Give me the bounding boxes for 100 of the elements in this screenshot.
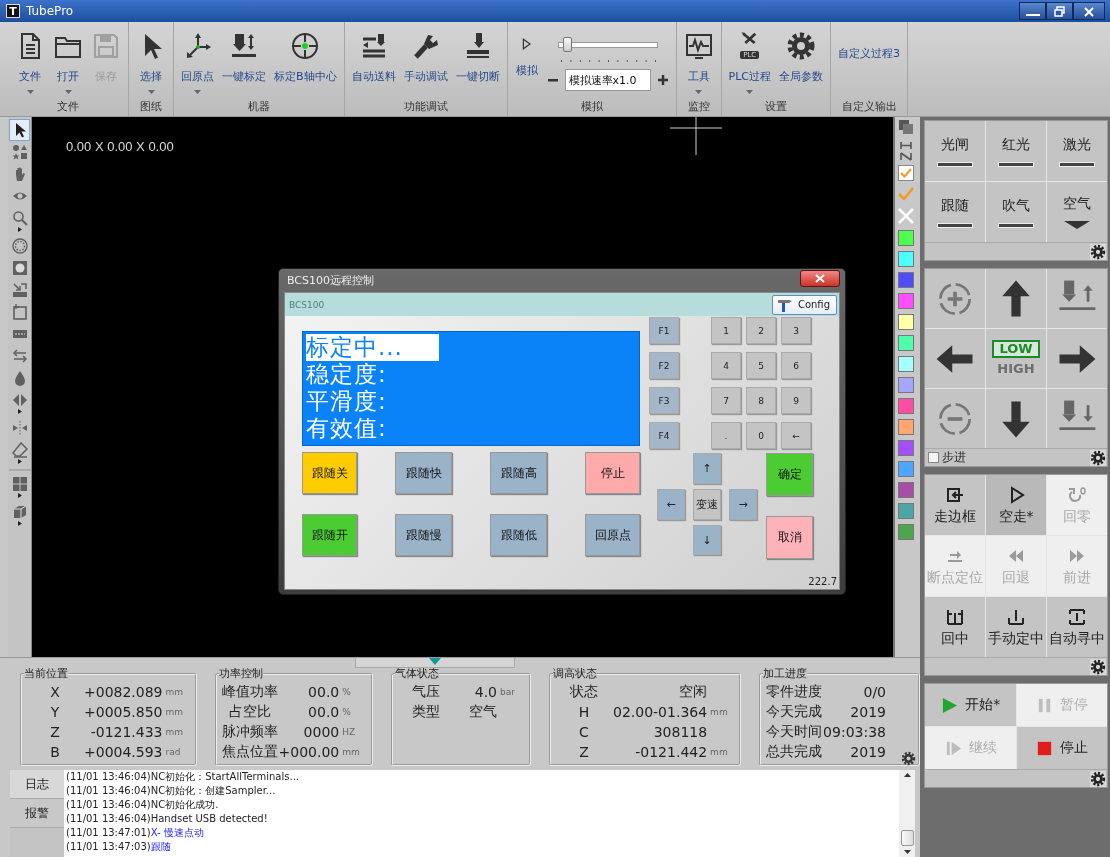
- ribbon-button[interactable]: 一键标定: [220, 31, 268, 99]
- ribbon-button[interactable]: 标定B轴中心: [272, 31, 339, 99]
- action-button[interactable]: 停止: [585, 452, 640, 494]
- keypad-key[interactable]: 1: [711, 317, 741, 344]
- color-swatch[interactable]: [897, 440, 914, 456]
- speed-toggle-button[interactable]: 变速: [693, 489, 721, 520]
- switch-button[interactable]: 吹气: [986, 182, 1046, 242]
- speed-slider[interactable]: [555, 36, 660, 53]
- settings-icon: [1090, 658, 1106, 675]
- function-key[interactable]: F1: [649, 317, 679, 344]
- ribbon-button[interactable]: 手动调试: [401, 31, 450, 99]
- keypad-key[interactable]: 7: [711, 387, 741, 414]
- checkbox[interactable]: [897, 165, 914, 181]
- arrow-button[interactable]: ↑: [693, 453, 721, 484]
- color-swatch[interactable]: [897, 314, 914, 330]
- color-swatch[interactable]: [897, 419, 914, 435]
- color-swatch[interactable]: [897, 461, 914, 477]
- keypad-key[interactable]: 3: [781, 317, 811, 344]
- jog-button[interactable]: [925, 329, 985, 388]
- color-swatch[interactable]: [897, 377, 914, 393]
- run-button[interactable]: 开始*: [925, 684, 1016, 726]
- keypad-key[interactable]: 6: [781, 352, 811, 379]
- color-swatch[interactable]: [897, 335, 914, 351]
- action-button[interactable]: 跟随低: [490, 514, 547, 556]
- jog-button[interactable]: [1047, 269, 1107, 328]
- action-button[interactable]: 跟随高: [490, 452, 547, 494]
- switch-button[interactable]: 激光: [1047, 121, 1107, 181]
- arrow-button[interactable]: ↓: [693, 525, 721, 555]
- arrow-button[interactable]: ←: [657, 489, 685, 520]
- link-button[interactable]: 自定义过程3: [836, 31, 902, 99]
- color-swatch[interactable]: [897, 293, 914, 309]
- switch-button[interactable]: 红光: [986, 121, 1046, 181]
- restore-button[interactable]: [1046, 2, 1073, 20]
- color-swatch[interactable]: [897, 356, 914, 372]
- function-button[interactable]: 回中: [925, 597, 985, 657]
- scale-icon: [11, 282, 28, 298]
- scrollbar[interactable]: [899, 770, 915, 857]
- action-button[interactable]: 跟随关: [302, 452, 357, 494]
- ribbon-button[interactable]: 全局参数: [777, 31, 825, 99]
- config-button[interactable]: Config: [771, 294, 837, 315]
- keypad-key[interactable]: 2: [746, 317, 776, 344]
- log-tab[interactable]: 日志: [10, 770, 64, 799]
- keypad-key[interactable]: 0: [746, 422, 776, 449]
- confirm-button[interactable]: 确定: [766, 453, 813, 496]
- jog-button[interactable]: [986, 269, 1046, 328]
- keypad-key[interactable]: 9: [781, 387, 811, 414]
- jog-button[interactable]: [986, 389, 1046, 448]
- function-key[interactable]: F3: [649, 387, 679, 414]
- ribbon-button[interactable]: 文件: [13, 31, 47, 99]
- switch-button[interactable]: 跟随: [925, 182, 985, 242]
- close-button[interactable]: [800, 269, 840, 287]
- color-swatch[interactable]: [897, 503, 914, 519]
- speed-field[interactable]: 模拟速率x1.0: [564, 69, 651, 91]
- action-button[interactable]: 跟随快: [395, 452, 452, 494]
- keypad-key[interactable]: .: [711, 422, 741, 449]
- keypad-key[interactable]: ←: [781, 422, 811, 449]
- arrow-button[interactable]: →: [729, 489, 757, 520]
- action-button[interactable]: 回原点: [585, 514, 640, 556]
- checkbox[interactable]: [928, 452, 939, 463]
- ribbon-button[interactable]: 选择: [134, 31, 168, 99]
- panel-tab[interactable]: [355, 658, 515, 668]
- switch-button[interactable]: 光闸: [925, 121, 985, 181]
- color-swatch[interactable]: [897, 230, 914, 246]
- action-button[interactable]: 跟随开: [302, 514, 357, 556]
- color-swatch[interactable]: [897, 482, 914, 498]
- field-value: +000.00: [278, 744, 340, 760]
- slider-thumb[interactable]: [562, 37, 572, 52]
- close-button[interactable]: [1073, 2, 1105, 20]
- color-swatch[interactable]: [897, 524, 914, 540]
- log-tab[interactable]: 报警: [10, 799, 64, 828]
- ribbon-button[interactable]: 一键切断: [453, 31, 502, 99]
- keypad-key[interactable]: 4: [711, 352, 741, 379]
- scroll-thumb[interactable]: [900, 830, 914, 846]
- color-swatch[interactable]: [897, 398, 914, 414]
- run-button[interactable]: 停止: [1016, 727, 1107, 769]
- ribbon-button[interactable]: 工具: [681, 31, 716, 99]
- minimize-button[interactable]: [1019, 2, 1046, 20]
- function-key[interactable]: F2: [649, 352, 679, 379]
- ribbon-button[interactable]: 回原点: [179, 31, 216, 99]
- scroll-up-icon: [903, 773, 911, 777]
- ribbon-button[interactable]: 自动送料: [349, 31, 398, 99]
- function-button[interactable]: 空走*: [986, 475, 1046, 535]
- color-swatch[interactable]: [897, 272, 914, 288]
- screen-line: 有效值:: [306, 415, 387, 442]
- cancel-button[interactable]: 取消: [766, 516, 813, 559]
- color-swatch[interactable]: [897, 251, 914, 267]
- function-button[interactable]: 手动定中: [986, 597, 1046, 657]
- tool-button[interactable]: [9, 119, 30, 141]
- function-button[interactable]: 走边框: [925, 475, 985, 535]
- action-button[interactable]: 跟随慢: [395, 514, 452, 556]
- switch-button[interactable]: 空气: [1047, 182, 1107, 242]
- keypad-key[interactable]: 5: [746, 352, 776, 379]
- ribbon-button[interactable]: 模拟: [512, 31, 541, 99]
- keypad-key[interactable]: 8: [746, 387, 776, 414]
- jog-button[interactable]: [1047, 389, 1107, 448]
- function-key[interactable]: F4: [649, 422, 679, 449]
- ribbon-button[interactable]: 打开: [51, 31, 85, 99]
- check-all-icon[interactable]: [896, 186, 915, 202]
- jog-button[interactable]: [1047, 329, 1107, 388]
- function-button[interactable]: 自动寻中: [1047, 597, 1107, 657]
